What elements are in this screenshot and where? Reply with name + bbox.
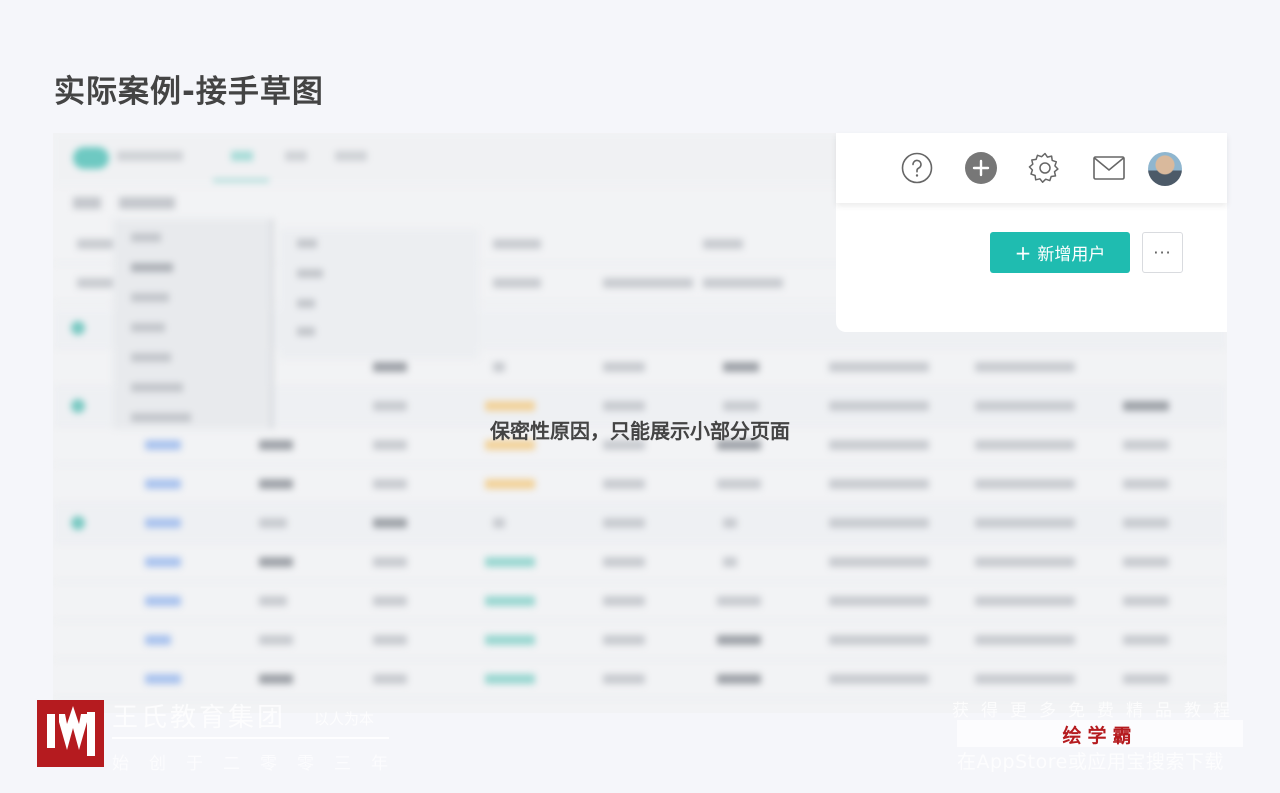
more-options-button[interactable]: ··· [1142, 232, 1183, 273]
help-icon[interactable] [900, 151, 934, 185]
gear-icon[interactable] [1028, 151, 1062, 185]
mail-icon[interactable] [1092, 151, 1126, 185]
confidentiality-notice: 保密性原因，只能展示小部分页面 [490, 419, 790, 443]
watermark-promo: 获得更多免费精品教程 [952, 701, 1242, 721]
add-circle-icon[interactable] [964, 151, 998, 185]
org-logo-icon [37, 700, 104, 767]
watermark-since: 始创于二零零三年 [112, 754, 408, 774]
header-panel: + 新增用户 ··· [836, 133, 1227, 332]
top-toolbar [836, 133, 1227, 203]
watermark-org-name: 王氏教育集团 [112, 703, 287, 733]
slide-title: 实际案例-接手草图 [54, 74, 324, 110]
watermark-divider [112, 737, 389, 739]
watermark-download: 在AppStore或应用宝搜索下载 [957, 751, 1224, 773]
add-user-label: 新增用户 [1037, 245, 1106, 265]
plus-icon: + [1014, 240, 1032, 265]
watermark-motto: 以人为本 [314, 710, 375, 728]
watermark-brand: 绘学霸 [1062, 725, 1138, 747]
avatar[interactable] [1148, 152, 1182, 186]
add-user-button[interactable]: + 新增用户 [990, 232, 1130, 273]
